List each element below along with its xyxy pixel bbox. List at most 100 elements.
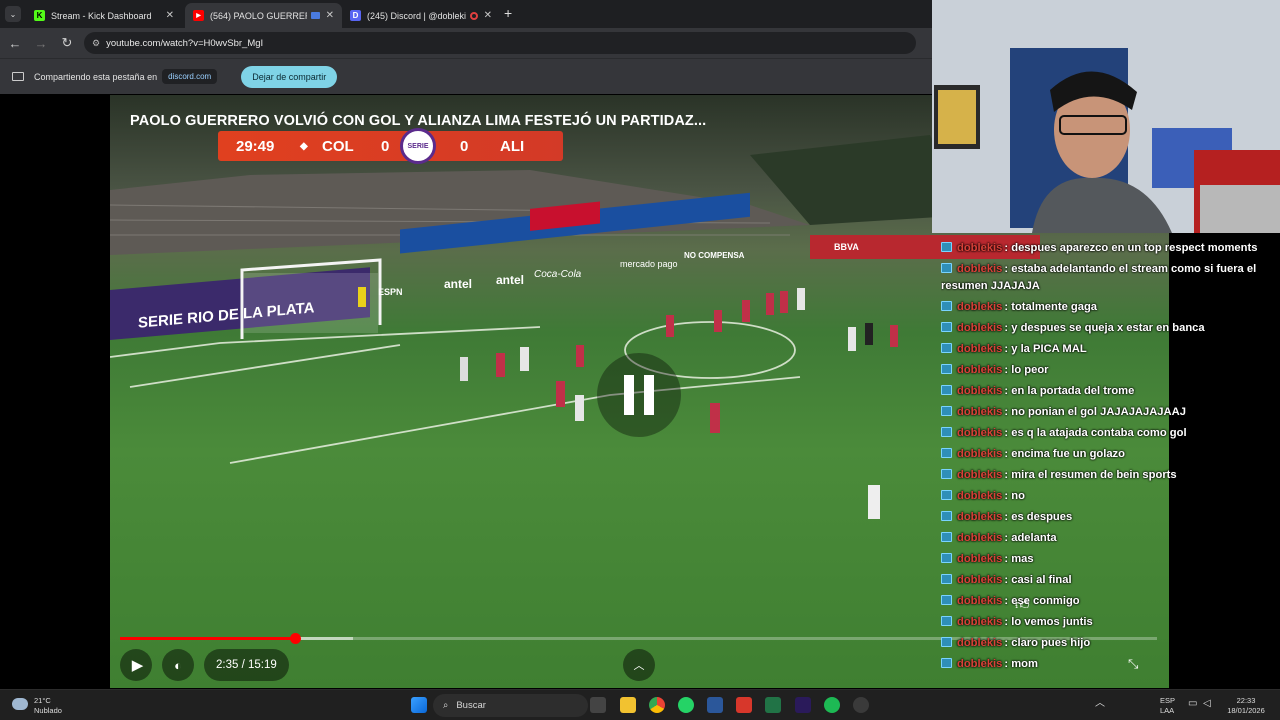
windows-start-icon[interactable]: [411, 697, 427, 713]
word-icon[interactable]: [707, 697, 723, 713]
tab-discord[interactable]: D (245) Discord | @doblekis. ✕: [342, 3, 500, 28]
windows-taskbar: 21°C Nublado ⌕ Buscar ︿ ESP LAA ▭ ◁ 22:3…: [0, 689, 1280, 720]
back-button[interactable]: ←: [4, 32, 26, 54]
close-tab-icon[interactable]: ✕: [484, 10, 492, 21]
reload-button[interactable]: ↻: [56, 32, 78, 54]
chat-username[interactable]: doblekis: [957, 427, 1002, 439]
chat-message: doblekis: no: [941, 488, 1271, 505]
chat-username[interactable]: doblekis: [957, 322, 1002, 334]
chat-text: y despues se queja x estar en banca: [1011, 322, 1205, 334]
badge-icon: [941, 448, 952, 458]
site-info-icon: ⚙: [92, 37, 101, 48]
chat-username[interactable]: doblekis: [957, 385, 1002, 397]
close-tab-icon[interactable]: ✕: [326, 10, 334, 21]
play-button[interactable]: ▶: [120, 649, 152, 681]
chat-username[interactable]: doblekis: [957, 637, 1002, 649]
pause-icon: [619, 375, 659, 415]
badge-icon: [941, 301, 952, 311]
clock-time[interactable]: 22:33: [1227, 696, 1265, 705]
address-text: youtube.com/watch?v=H0wvSbr_MgI: [106, 37, 264, 49]
chat-message: doblekis: y la PICA MAL: [941, 341, 1271, 358]
chat-text: en la portada del trome: [1011, 385, 1135, 397]
chrome-icon[interactable]: [649, 697, 665, 713]
chat-username[interactable]: doblekis: [957, 406, 1002, 418]
chat-username[interactable]: doblekis: [957, 469, 1002, 481]
clock-date: 18/01/2026: [1227, 706, 1265, 715]
minimize-icon[interactable]: ⤡: [1128, 656, 1138, 672]
chat-text: mom: [1011, 658, 1038, 670]
chat-username[interactable]: doblekis: [957, 242, 1002, 254]
speaker-icon[interactable]: ◁: [1203, 699, 1211, 709]
chat-text: es q la atajada contaba como gol: [1011, 427, 1187, 439]
badge-icon: [941, 427, 952, 437]
sharing-domain: discord.com: [162, 69, 218, 84]
spotify-icon[interactable]: [824, 697, 840, 713]
tab-title: Stream - Kick Dashboard: [51, 10, 152, 21]
chat-username[interactable]: doblekis: [957, 595, 1002, 607]
ad-text-antel-2: antel: [496, 273, 525, 287]
chat-username[interactable]: doblekis: [957, 574, 1002, 586]
chat-username[interactable]: doblekis: [957, 301, 1002, 313]
play-icon: ▶: [131, 657, 144, 674]
like-icon[interactable]: 👍︎: [1015, 596, 1030, 612]
tab-sharing-bar: Compartiendo esta pestaña en discord.com…: [0, 58, 932, 94]
network-icon[interactable]: ▭: [1188, 699, 1197, 709]
chat-text: mira el resumen de bein sports: [1011, 469, 1177, 481]
played-bar: [120, 637, 295, 640]
premiere-icon[interactable]: [795, 697, 811, 713]
chat-username[interactable]: doblekis: [957, 448, 1002, 460]
acrobat-icon[interactable]: [736, 697, 752, 713]
excel-icon[interactable]: [765, 697, 781, 713]
badge-icon: [941, 490, 952, 500]
taskbar-search[interactable]: ⌕ Buscar: [433, 694, 588, 717]
chat-text: adelanta: [1011, 532, 1057, 544]
tray-overflow-icon[interactable]: ︿: [1095, 699, 1105, 709]
badge-icon: [941, 385, 952, 395]
chat-message: doblekis: lo vemos juntis: [941, 614, 1271, 631]
chat-username[interactable]: doblekis: [957, 511, 1002, 523]
chat-text: encima fue un golazo: [1011, 448, 1125, 460]
chat-username[interactable]: doblekis: [957, 490, 1002, 502]
chat-username[interactable]: doblekis: [957, 553, 1002, 565]
lang-top[interactable]: ESP: [1160, 696, 1175, 705]
weather-icon: [12, 698, 28, 710]
chat-message: doblekis: y despues se queja x estar en …: [941, 320, 1271, 337]
tab-kick-dashboard[interactable]: K Stream - Kick Dashboard ✕: [26, 3, 182, 28]
chat-username[interactable]: doblekis: [957, 658, 1002, 670]
forward-button[interactable]: →: [30, 32, 52, 54]
expand-button[interactable]: ︿: [623, 649, 655, 681]
chat-message: doblekis: despues aparezco en un top res…: [941, 240, 1271, 257]
badge-icon: [941, 263, 952, 273]
chat-username[interactable]: doblekis: [957, 532, 1002, 544]
chat-message: doblekis: mas: [941, 551, 1271, 568]
volume-button[interactable]: ◐: [162, 649, 194, 681]
league-logo-icon: SERIE: [400, 128, 436, 164]
webcam-feed: [932, 0, 1280, 233]
away-score: 0: [460, 137, 469, 155]
chat-username[interactable]: doblekis: [957, 263, 1002, 275]
tab-youtube-video[interactable]: ▶ (564) PAOLO GUERRERO VO ✕: [185, 3, 342, 28]
weather-desc: Nublado: [34, 706, 62, 715]
address-bar[interactable]: ⚙ youtube.com/watch?v=H0wvSbr_MgI: [84, 32, 916, 54]
weather-temp[interactable]: 21°C: [34, 696, 51, 705]
lang-bottom: LAA: [1160, 706, 1175, 715]
tab-search-button[interactable]: ⌄: [5, 6, 21, 22]
badge-icon: [941, 637, 952, 647]
webcam-scene: [932, 0, 1280, 233]
close-tab-icon[interactable]: ✕: [166, 10, 174, 21]
obs-icon[interactable]: [853, 697, 869, 713]
chat-username[interactable]: doblekis: [957, 343, 1002, 355]
pause-button[interactable]: [597, 353, 681, 437]
whatsapp-icon[interactable]: [678, 697, 694, 713]
task-view-icon[interactable]: [590, 697, 606, 713]
home-team: COL: [322, 137, 354, 155]
chat-message: doblekis: en la portada del trome: [941, 383, 1271, 400]
new-tab-button[interactable]: +: [504, 5, 512, 21]
file-explorer-icon[interactable]: [620, 697, 636, 713]
stop-sharing-button[interactable]: Dejar de compartir: [241, 65, 338, 88]
chat-text: lo vemos juntis: [1011, 616, 1093, 628]
chat-username[interactable]: doblekis: [957, 364, 1002, 376]
chat-username[interactable]: doblekis: [957, 616, 1002, 628]
chat-text: lo peor: [1011, 364, 1049, 376]
scrubber-handle[interactable]: [289, 633, 301, 644]
